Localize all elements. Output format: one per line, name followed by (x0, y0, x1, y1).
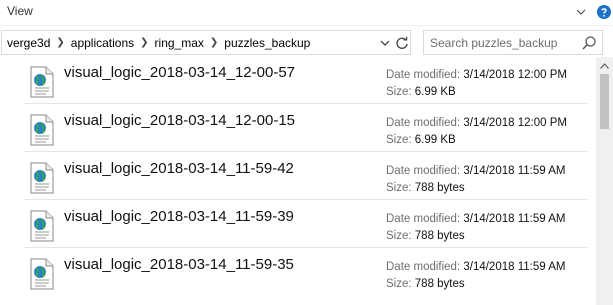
breadcrumb-applications[interactable]: applications (71, 36, 134, 50)
breadcrumb: verge3d ❯ applications ❯ ring_max ❯ puzz… (7, 31, 310, 54)
arrow-up-icon[interactable] (596, 60, 613, 72)
search-input[interactable] (430, 35, 578, 51)
date-modified-value: 3/14/2018 12:00 PM (463, 69, 567, 81)
file-list: visual_logic_2018-03-14_12-00-57 Date mo… (0, 57, 596, 305)
date-modified-value: 3/14/2018 12:00 PM (463, 117, 567, 129)
date-modified: Date modified: 3/14/2018 11:59 AM (386, 165, 565, 177)
size-label: Size: (386, 230, 412, 242)
date-modified-label: Date modified: (386, 213, 461, 225)
date-modified: Date modified: 3/14/2018 11:59 AM (386, 261, 565, 273)
date-modified-label: Date modified: (386, 261, 461, 273)
search-icon[interactable] (581, 35, 597, 51)
scrollbar-thumb[interactable] (600, 74, 609, 129)
list-item[interactable]: visual_logic_2018-03-14_12-00-15 Date mo… (0, 105, 596, 152)
size-label: Size: (386, 134, 412, 146)
breadcrumb-puzzles-backup[interactable]: puzzles_backup (224, 36, 310, 50)
size-label: Size: (386, 86, 412, 98)
chevron-down-icon[interactable] (378, 36, 392, 50)
vertical-scrollbar[interactable] (596, 57, 613, 305)
date-modified-label: Date modified: (386, 117, 461, 129)
view-tab[interactable]: View (7, 4, 33, 18)
breadcrumb-ring-max[interactable]: ring_max (155, 36, 204, 50)
list-item[interactable]: visual_logic_2018-03-14_11-59-42 Date mo… (0, 153, 596, 200)
file-size: Size: 788 bytes (386, 278, 465, 290)
list-item[interactable]: visual_logic_2018-03-14_11-59-35 Date mo… (0, 249, 596, 296)
address-bar[interactable]: verge3d ❯ applications ❯ ring_max ❯ puzz… (1, 30, 411, 55)
date-modified-label: Date modified: (386, 165, 461, 177)
divider (24, 199, 588, 200)
web-document-icon (29, 114, 55, 146)
chevron-right-icon[interactable]: ❯ (56, 37, 64, 48)
breadcrumb-verge3d[interactable]: verge3d (7, 36, 50, 50)
file-name: visual_logic_2018-03-14_11-59-42 (64, 160, 294, 177)
date-modified-value: 3/14/2018 11:59 AM (463, 261, 566, 273)
list-item[interactable]: visual_logic_2018-03-14_11-59-39 Date mo… (0, 201, 596, 248)
file-size: Size: 788 bytes (386, 230, 465, 242)
file-size: Size: 6.99 KB (386, 134, 456, 146)
file-size: Size: 6.99 KB (386, 86, 456, 98)
date-modified: Date modified: 3/14/2018 12:00 PM (386, 117, 567, 129)
date-modified-label: Date modified: (386, 69, 461, 81)
size-value: 6.99 KB (414, 134, 456, 146)
address-row: verge3d ❯ applications ❯ ring_max ❯ puzz… (0, 29, 613, 57)
divider (24, 247, 588, 248)
size-label: Size: (386, 182, 412, 194)
date-modified: Date modified: 3/14/2018 12:00 PM (386, 69, 567, 81)
file-name: visual_logic_2018-03-14_11-59-39 (64, 208, 294, 225)
size-value: 6.99 KB (414, 86, 456, 98)
search-box[interactable] (423, 30, 603, 55)
file-name: visual_logic_2018-03-14_11-59-35 (64, 256, 294, 273)
chevron-right-icon[interactable]: ❯ (210, 37, 218, 48)
divider (24, 151, 588, 152)
list-item[interactable]: visual_logic_2018-03-14_12-00-57 Date mo… (0, 57, 596, 104)
file-name: visual_logic_2018-03-14_12-00-57 (64, 64, 295, 81)
size-label: Size: (386, 278, 412, 290)
chevron-right-icon[interactable]: ❯ (140, 37, 148, 48)
date-modified-value: 3/14/2018 11:59 AM (463, 213, 566, 225)
size-value: 788 bytes (414, 182, 465, 194)
size-value: 788 bytes (414, 278, 465, 290)
file-size: Size: 788 bytes (386, 182, 465, 194)
help-icon[interactable] (596, 4, 612, 20)
web-document-icon (29, 258, 55, 290)
date-modified: Date modified: 3/14/2018 11:59 AM (386, 213, 565, 225)
web-document-icon (29, 210, 55, 242)
file-name: visual_logic_2018-03-14_12-00-15 (64, 112, 295, 129)
ribbon: View (0, 0, 613, 26)
web-document-icon (29, 66, 55, 98)
size-value: 788 bytes (414, 230, 465, 242)
refresh-icon[interactable] (394, 35, 410, 51)
date-modified-value: 3/14/2018 11:59 AM (463, 165, 566, 177)
web-document-icon (29, 162, 55, 194)
chevron-down-icon[interactable] (574, 5, 588, 19)
divider (24, 103, 588, 104)
